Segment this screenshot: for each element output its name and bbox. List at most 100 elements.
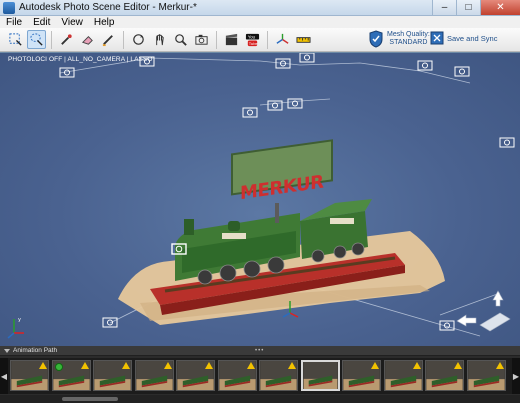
- sync-icon: [430, 31, 444, 45]
- orbit-tool[interactable]: [129, 30, 148, 49]
- rectangle-select-icon: [9, 33, 22, 46]
- filmstrip-frame[interactable]: [342, 360, 381, 391]
- toolbar: You Tube Mesh Quality: STANDARD Save and …: [0, 28, 520, 52]
- lasso-select-tool[interactable]: [27, 30, 46, 49]
- warning-icon: [80, 362, 89, 369]
- filmstrip-frame[interactable]: [93, 360, 132, 391]
- panel-resize-grip[interactable]: •••: [255, 348, 264, 354]
- warning-icon: [122, 362, 130, 369]
- scrollbar-thumb[interactable]: [62, 397, 118, 401]
- warning-icon: [163, 362, 172, 369]
- steam-dome: [228, 221, 240, 231]
- warning-icon: [371, 362, 379, 369]
- youtube-icon: YouTube: [245, 33, 260, 47]
- camera-marker: [287, 98, 303, 109]
- animation-header[interactable]: Animation Path •••: [0, 346, 520, 356]
- nameplate-tender: [330, 218, 354, 224]
- mesh-quality-text: Mesh Quality: STANDARD: [387, 31, 430, 47]
- pan-hand-icon: [156, 34, 164, 46]
- filmstrip-frame[interactable]: [51, 360, 91, 391]
- svg-text:y: y: [18, 317, 21, 323]
- toolbar-separator: [51, 30, 52, 49]
- camera-marker: [499, 137, 515, 148]
- shield-icon: [369, 30, 383, 48]
- zoom-tool[interactable]: [171, 30, 190, 49]
- camera-marker: [299, 53, 315, 63]
- camera-icon: [195, 34, 208, 45]
- filmstrip-frame[interactable]: [300, 360, 340, 391]
- menu-bar: File Edit View Help: [0, 16, 520, 28]
- nameplate-front: [222, 233, 246, 239]
- filmstrip[interactable]: ◀ ▶: [0, 358, 520, 394]
- filmstrip-prev-button[interactable]: ◀: [0, 358, 8, 394]
- rectangle-select-tool[interactable]: [6, 30, 25, 49]
- orbit-icon: [133, 34, 144, 45]
- axis-icon: [276, 33, 289, 44]
- camera-tool[interactable]: [192, 30, 211, 49]
- filmstrip-frame[interactable]: [217, 360, 257, 391]
- smokestack: [184, 219, 194, 235]
- title-bar: Autodesk Photo Scene Editor - Merkur-* –…: [0, 0, 520, 16]
- zoom-icon: [175, 34, 187, 46]
- youtube-tool[interactable]: You Tube: [243, 30, 262, 49]
- app-icon: [3, 1, 15, 14]
- camera-ok-icon: [54, 363, 63, 371]
- mesh-quality-label: Mesh Quality:: [387, 31, 430, 38]
- save-and-sync-button[interactable]: Save and Sync: [430, 31, 497, 45]
- menu-help[interactable]: Help: [88, 17, 120, 28]
- pen-icon: [102, 35, 113, 47]
- warning-icon: [205, 362, 213, 369]
- film-clapper-icon: [225, 33, 238, 46]
- menu-edit[interactable]: Edit: [27, 17, 55, 28]
- warning-icon: [39, 362, 47, 369]
- window-controls: – □ ✕: [432, 0, 520, 16]
- warning-icon: [246, 362, 255, 369]
- warning-icon: [495, 362, 504, 369]
- navigation-arrows-icon: [456, 290, 511, 332]
- filmstrip-next-button[interactable]: ▶: [512, 358, 520, 394]
- filmstrip-frame[interactable]: [10, 360, 49, 391]
- mesh-quality-value: STANDARD: [389, 39, 428, 46]
- svg-text:You: You: [248, 35, 256, 40]
- menu-file[interactable]: File: [0, 17, 27, 28]
- close-button[interactable]: ✕: [480, 0, 520, 15]
- measure-tool[interactable]: [294, 30, 313, 49]
- ruler-icon: [296, 37, 311, 43]
- filmstrip-frame[interactable]: [134, 360, 174, 391]
- filmstrip-frame[interactable]: [466, 360, 506, 391]
- pen-tool[interactable]: [99, 30, 118, 49]
- collapse-arrow-icon[interactable]: [4, 348, 10, 353]
- mesh-quality[interactable]: Mesh Quality: STANDARD: [368, 30, 430, 48]
- minimize-button[interactable]: –: [432, 0, 456, 15]
- eraser-icon: [81, 36, 93, 45]
- maximize-button[interactable]: □: [456, 0, 480, 15]
- toolbar-separator: [267, 30, 268, 49]
- filmstrip-frame[interactable]: [176, 360, 215, 391]
- warning-icon: [412, 362, 421, 369]
- save-and-sync-label: Save and Sync: [447, 33, 498, 43]
- warning-icon: [454, 362, 462, 369]
- svg-text:Tube: Tube: [249, 41, 259, 46]
- toolbar-separator: [123, 30, 124, 49]
- scene-canvas: MERKUR y: [7, 53, 515, 339]
- scene-viewport[interactable]: MERKUR y PHOTOLOCI OFF | ALL_NO_CAMERA |…: [0, 53, 520, 346]
- filmstrip-frame[interactable]: [259, 360, 298, 391]
- menu-view[interactable]: View: [55, 17, 88, 28]
- camera-marker: [417, 60, 433, 71]
- filmstrip-frame[interactable]: [383, 360, 423, 391]
- eyedropper-tool[interactable]: [57, 30, 76, 49]
- eyedropper-icon: [61, 34, 72, 45]
- camera-marker: [242, 107, 258, 118]
- pan-tool[interactable]: [150, 30, 169, 49]
- axis-triad-icon: y: [7, 317, 24, 339]
- axis-tool[interactable]: [273, 30, 292, 49]
- camera-marker: [454, 66, 470, 77]
- filmstrip-frame[interactable]: [425, 360, 464, 391]
- filmstrip-scrollbar[interactable]: [0, 395, 520, 403]
- camera-marker: [102, 317, 118, 328]
- animation-title: Animation Path: [13, 347, 58, 354]
- warning-icon: [288, 362, 296, 369]
- frame-thumbnail: [303, 362, 337, 389]
- film-tool[interactable]: [222, 30, 241, 49]
- eraser-tool[interactable]: [78, 30, 97, 49]
